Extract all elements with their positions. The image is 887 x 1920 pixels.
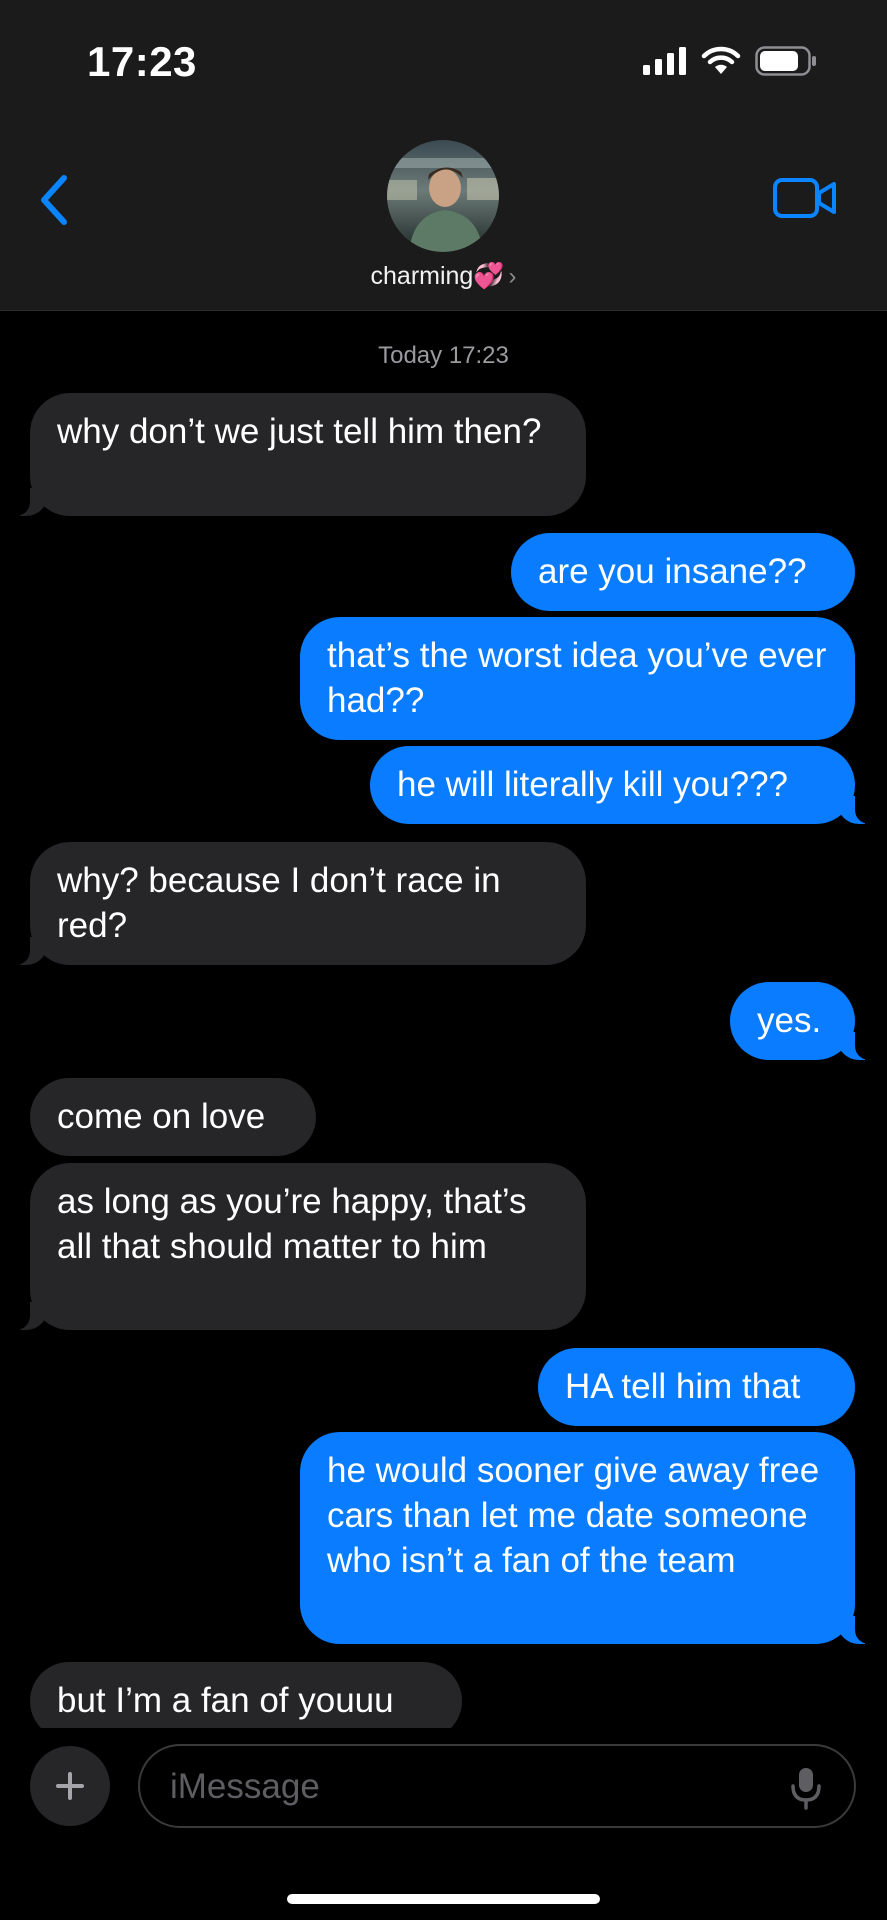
message-bubble-incoming[interactable]: why don’t we just tell him then? [10,393,586,516]
message-text: he will literally kill you??? [397,765,788,804]
message-bubble-incoming[interactable]: come on love [30,1078,316,1156]
wifi-icon [701,46,741,74]
status-bar: 17:23 [0,0,887,120]
message-text: but I’m a fan of youuu [57,1681,394,1720]
contact-avatar[interactable] [387,140,499,252]
cellular-signal-icon [643,47,686,75]
message-bubble-outgoing[interactable]: are you insane?? [511,533,855,611]
back-chevron-icon[interactable] [34,170,74,230]
message-text: yes. [757,1001,822,1040]
message-text: why? because I don’t race in red? [57,861,501,945]
message-bubble-outgoing[interactable]: he would sooner give away free cars than… [300,1432,875,1644]
plus-button[interactable] [30,1746,110,1826]
composer-bar [0,1728,887,1920]
message-text: as long as you’re happy, that’s all that… [57,1182,527,1266]
message-bubble-outgoing[interactable]: HA tell him that [538,1348,855,1426]
microphone-icon[interactable] [790,1766,822,1810]
message-bubble-outgoing[interactable]: he will literally kill you??? [370,746,875,824]
message-input[interactable] [168,1746,772,1828]
home-indicator[interactable] [287,1894,600,1904]
status-time: 17:23 [87,38,197,85]
message-text: he would sooner give away free cars than… [327,1451,820,1580]
contact-name: charming💞 [370,262,505,290]
message-bubble-incoming[interactable]: as long as you’re happy, that’s all that… [10,1163,586,1330]
video-call-icon[interactable] [773,175,837,221]
conversation-timestamp: Today 17:23 [378,342,509,369]
conversation-header: charming💞 › [0,120,887,311]
message-text: that’s the worst idea you’ve ever had?? [327,636,827,720]
battery-icon [755,46,816,76]
message-bubble-incoming[interactable]: why? because I don’t race in red? [10,842,586,965]
status-icons [643,46,817,76]
message-text: why don’t we just tell him then? [57,412,542,451]
chevron-right-icon: › [508,263,517,290]
message-text: come on love [57,1097,266,1136]
plus-icon [56,1772,84,1800]
contact-name-row[interactable]: charming💞 › [0,262,887,291]
message-bubble-outgoing[interactable]: that’s the worst idea you’ve ever had?? [300,617,855,740]
avatar-photo [387,140,499,252]
message-field-container[interactable] [138,1744,856,1828]
message-text: are you insane?? [538,552,807,591]
message-text: HA tell him that [565,1367,801,1406]
message-bubble-outgoing[interactable]: yes. [730,982,875,1060]
